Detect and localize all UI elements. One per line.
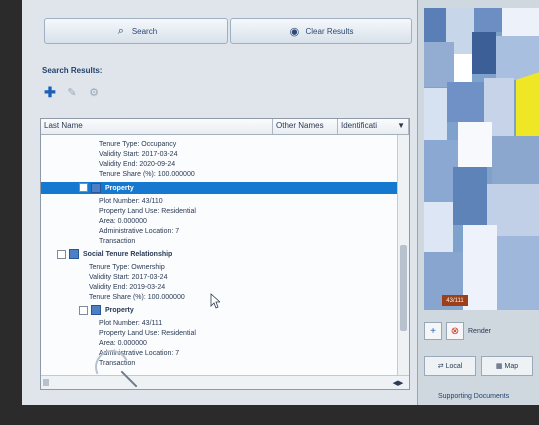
map-tile [458, 122, 492, 167]
expander-icon[interactable] [57, 249, 66, 259]
tree-row[interactable]: Property Land Use: Residential [41, 328, 397, 338]
local-label: Local [445, 362, 463, 370]
results-header: Last Name Other Names Identificati ▼ [41, 119, 409, 135]
vertical-scrollbar[interactable] [397, 135, 409, 375]
zoom-in-icon[interactable]: + [424, 322, 442, 340]
search-icon: ⌕ [117, 24, 124, 37]
tree-row[interactable]: Plot Number: 43/111 [41, 318, 397, 328]
pencil-icon[interactable]: ✎ [66, 86, 78, 99]
clear-icon: ◉ [289, 25, 300, 38]
tree-row-label: Plot Number: 43/110 [99, 198, 163, 205]
tree-row[interactable]: Area: 0.000000 [41, 338, 397, 348]
plot-label[interactable]: 43/111 [442, 295, 468, 306]
column-other-names[interactable]: Other Names [273, 119, 338, 134]
map-tile [454, 54, 472, 82]
scroll-thumb[interactable] [400, 245, 407, 331]
local-icon: ⇄ [437, 363, 444, 370]
object-icon [91, 182, 101, 193]
tree-row-label: Transaction [99, 238, 136, 245]
map-tile [502, 8, 539, 36]
tree-row[interactable]: Validity End: 2019-03-24 [41, 282, 397, 292]
cursor-icon [210, 293, 220, 309]
map-tile [463, 225, 497, 310]
gear-icon[interactable]: ⚙ [88, 86, 100, 99]
tree-row-label: Area: 0.000000 [99, 218, 147, 225]
screen: ⌕ Search ◉ Clear Results Search Results:… [22, 0, 539, 405]
map-icon: ▦ [495, 363, 503, 370]
tree-row-label: Property [105, 185, 134, 192]
local-tab[interactable]: ⇄ Local [424, 356, 476, 376]
tree-row-label: Validity End: 2019-03-24 [89, 284, 166, 291]
stop-icon[interactable]: ⊗ [446, 322, 464, 340]
map-tile [424, 42, 454, 87]
map-label: Map [504, 362, 519, 370]
results-tree: Last Name Other Names Identificati ▼ Ten… [40, 118, 410, 390]
tree-row-label: Tenure Type: Ownership [89, 264, 165, 271]
tree-row[interactable]: Tenure Type: Ownership [41, 262, 397, 272]
map-tile [424, 88, 447, 140]
tree-row-label: Plot Number: 43/111 [99, 320, 163, 327]
tree-row-label: Tenure Share (%): 100.000000 [89, 294, 185, 301]
tree-row-label: Property Land Use: Residential [99, 330, 196, 337]
tree-row[interactable]: Area: 0.000000 [41, 216, 397, 226]
map-tile [424, 8, 446, 42]
map-tab[interactable]: ▦ Map [481, 356, 533, 376]
expander-icon[interactable] [79, 183, 88, 193]
tree-row-label: Validity Start: 2017-03-24 [89, 274, 168, 281]
tree-row[interactable]: Tenure Share (%): 100.000000 [41, 169, 397, 179]
column-identification[interactable]: Identificati ▼ [338, 119, 409, 134]
clear-results-label: Clear Results [305, 26, 354, 36]
tree-content: Tenure Type: Occupancy Validity Start: 20… [41, 135, 397, 375]
horizontal-scrollbar[interactable]: ◀▶ [41, 375, 409, 389]
tree-row-label: Tenure Share (%): 100.000000 [99, 171, 195, 178]
tree-row[interactable]: Validity Start: 2017-03-24 [41, 149, 397, 159]
search-button-label: Search [131, 26, 158, 36]
tree-row[interactable]: Plot Number: 43/110 [41, 196, 397, 206]
map-pane: 43/111 + ⊗ Render ⇄ Local ▦ Map Supporti… [418, 0, 539, 405]
object-icon [91, 305, 101, 315]
column-identification-label: Identificati [341, 121, 378, 130]
tree-row[interactable]: Administrative Location: 7 [41, 348, 397, 358]
chevron-down-icon: ▼ [397, 121, 405, 130]
tree-row[interactable]: Transaction [41, 236, 397, 246]
tree-row-label: Validity Start: 2017-03-24 [99, 151, 178, 158]
tree-row[interactable]: Administrative Location: 7 [41, 226, 397, 236]
map-tabs: ⇄ Local ▦ Map [424, 356, 534, 376]
tree-row-label: Administrative Location: 7 [99, 228, 180, 235]
search-pane: ⌕ Search ◉ Clear Results Search Results:… [22, 0, 418, 405]
tree-row[interactable]: Property [41, 182, 397, 194]
map-tools: + ⊗ Render [424, 322, 534, 340]
tree-row-label: Validity End: 2020-09-24 [99, 161, 176, 168]
render-label[interactable]: Render [468, 328, 491, 335]
tree-row[interactable]: Validity End: 2020-09-24 [41, 159, 397, 169]
object-icon [69, 249, 79, 259]
expander-icon[interactable] [79, 305, 88, 315]
search-button[interactable]: ⌕ Search [44, 18, 228, 44]
horizontal-thumb[interactable] [43, 379, 49, 386]
results-toolbar: ✚ ✎ ⚙ [44, 84, 100, 100]
map-tile [492, 136, 539, 184]
map-tile [447, 82, 484, 122]
tree-row-label: Property [105, 307, 134, 315]
map-tile [474, 8, 502, 32]
tree-row-label: Tenure Type: Occupancy [99, 141, 177, 148]
map-tile [472, 32, 496, 74]
map-canvas[interactable]: 43/111 [424, 8, 539, 310]
tree-row[interactable]: Social Tenure Relationship [41, 249, 397, 259]
map-tile [424, 202, 453, 252]
map-tile [453, 167, 487, 225]
supporting-documents-label: Supporting Documents [438, 393, 510, 400]
tree-row[interactable]: Tenure Type: Occupancy [41, 139, 397, 149]
plus-icon[interactable]: ✚ [44, 84, 56, 100]
search-results-title: Search Results: [42, 66, 103, 75]
tree-row-label: Property Land Use: Residential [99, 208, 196, 215]
column-last-name[interactable]: Last Name [41, 119, 273, 134]
clear-results-button[interactable]: ◉ Clear Results [230, 18, 412, 44]
tree-row[interactable]: Property Land Use: Residential [41, 206, 397, 216]
map-tile [497, 236, 539, 310]
tree-row-label: Social Tenure Relationship [83, 251, 173, 259]
tree-row-label: Area: 0.000000 [99, 340, 147, 347]
tree-row[interactable]: Validity Start: 2017-03-24 [41, 272, 397, 282]
scroll-arrows[interactable]: ◀▶ [387, 376, 409, 389]
